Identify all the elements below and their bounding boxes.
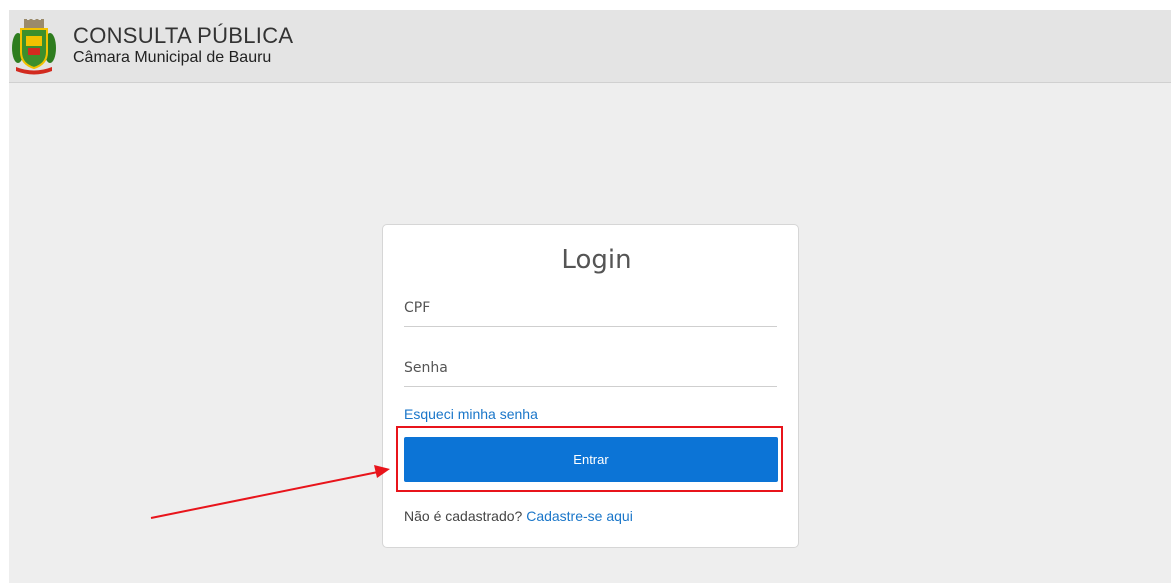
site-title: CONSULTA PÚBLICA xyxy=(73,23,294,48)
site-subtitle: Câmara Municipal de Bauru xyxy=(73,49,272,66)
login-card: Login Esqueci minha senha Entrar Não é c… xyxy=(382,224,799,548)
forgot-password-link[interactable]: Esqueci minha senha xyxy=(404,406,538,422)
top-header: CONSULTA PÚBLICA Câmara Municipal de Bau… xyxy=(9,10,1171,83)
page-frame: CONSULTA PÚBLICA Câmara Municipal de Bau… xyxy=(9,10,1171,583)
register-prompt: Não é cadastrado? xyxy=(404,508,523,524)
cpf-input[interactable] xyxy=(404,290,777,327)
municipal-crest-icon xyxy=(12,19,56,75)
password-input[interactable] xyxy=(404,350,777,387)
enter-button[interactable]: Entrar xyxy=(404,437,778,482)
register-link[interactable]: Cadastre-se aqui xyxy=(526,508,633,524)
login-title: Login xyxy=(561,245,632,275)
register-line: Não é cadastrado? Cadastre-se aqui xyxy=(404,508,633,524)
